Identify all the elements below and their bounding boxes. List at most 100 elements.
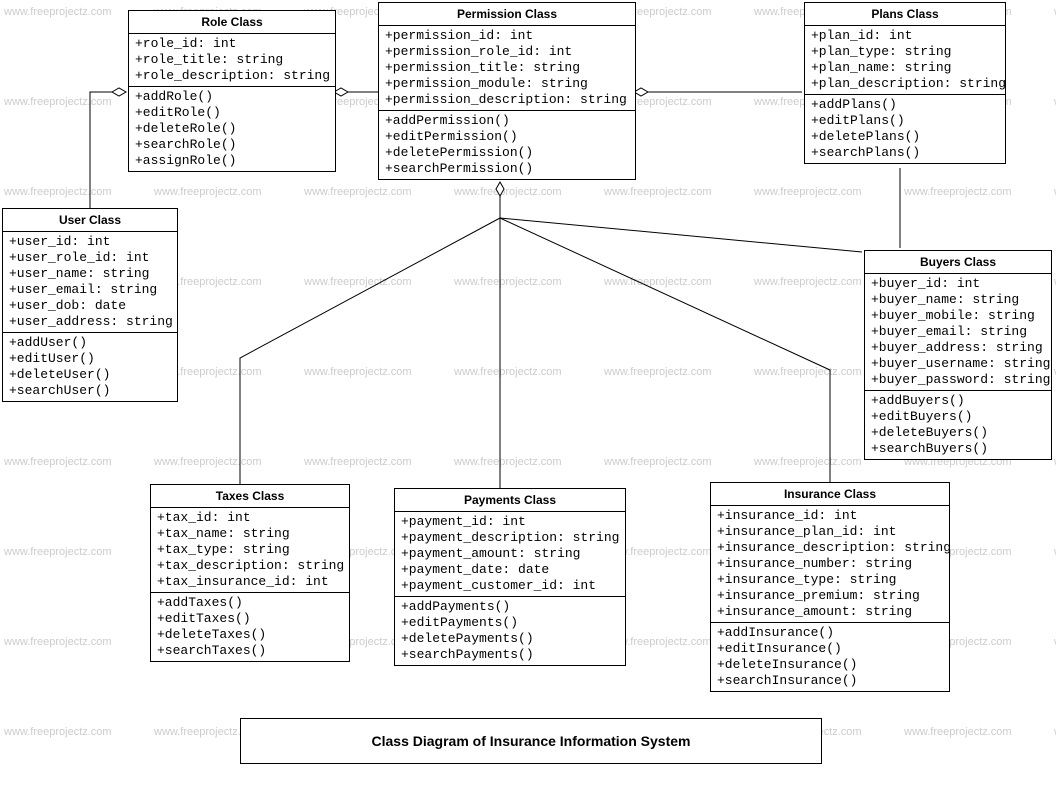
class-member: +payment_id: int <box>395 514 625 530</box>
watermark: www.freeprojectz.com <box>754 186 862 198</box>
class-member: +editPlans() <box>805 113 1005 129</box>
class-member: +payment_customer_id: int <box>395 578 625 594</box>
class-member: +deleteInsurance() <box>711 657 949 673</box>
watermark: www.freeprojectz.com <box>154 456 262 468</box>
class-member: +permission_description: string <box>379 92 635 108</box>
class-user: User Class +user_id: int+user_role_id: i… <box>2 208 178 402</box>
class-member: +deleteUser() <box>3 367 177 383</box>
watermark: www.freeprojectz.com <box>4 186 112 198</box>
class-member: +deletePermission() <box>379 145 635 161</box>
class-member: +deletePayments() <box>395 631 625 647</box>
class-member: +assignRole() <box>129 153 335 169</box>
class-member: +searchUser() <box>3 383 177 399</box>
class-member: +addRole() <box>129 89 335 105</box>
class-member: +permission_title: string <box>379 60 635 76</box>
class-member: +insurance_premium: string <box>711 588 949 604</box>
watermark: www.freeprojectz.com <box>754 456 862 468</box>
class-member: +editBuyers() <box>865 409 1051 425</box>
class-member: +tax_insurance_id: int <box>151 574 349 590</box>
watermark: www.freeprojectz.com <box>604 276 712 288</box>
class-permission: Permission Class +permission_id: int+per… <box>378 2 636 180</box>
class-member: +payment_amount: string <box>395 546 625 562</box>
class-member: +tax_id: int <box>151 510 349 526</box>
class-member: +addUser() <box>3 335 177 351</box>
watermark: www.freeprojectz.com <box>754 366 862 378</box>
class-payments: Payments Class +payment_id: int +payment_… <box>394 488 626 666</box>
class-member: +editTaxes() <box>151 611 349 627</box>
watermark: www.freeprojectz.com <box>4 6 112 18</box>
watermark: www.freeprojectz.com <box>4 96 112 108</box>
class-member: +tax_type: string <box>151 542 349 558</box>
watermark: www.freeprojectz.com <box>454 366 562 378</box>
class-member: +addPermission() <box>379 113 635 129</box>
class-member: +permission_module: string <box>379 76 635 92</box>
class-member: +user_email: string <box>3 282 177 298</box>
diagram-title: Class Diagram of Insurance Information S… <box>240 718 822 764</box>
watermark: www.freeprojectz.com <box>304 186 412 198</box>
class-title: Payments Class <box>395 489 625 512</box>
class-member: +editPayments() <box>395 615 625 631</box>
class-member: +editUser() <box>3 351 177 367</box>
class-title: Insurance Class <box>711 483 949 506</box>
watermark: www.freeprojectz.com <box>304 276 412 288</box>
class-role: Role Class +role_id: int+role_title: str… <box>128 10 336 172</box>
watermark: www.freeprojectz.com <box>454 276 562 288</box>
watermark: www.freeprojectz.com <box>904 186 1012 198</box>
watermark: www.freeprojectz.com <box>754 276 862 288</box>
class-member: +addInsurance() <box>711 625 949 641</box>
class-member: +buyer_mobile: string <box>865 308 1051 324</box>
watermark: www.freeprojectz.com <box>604 456 712 468</box>
class-member: +deleteRole() <box>129 121 335 137</box>
class-member: +tax_description: string <box>151 558 349 574</box>
watermark: www.freeprojectz.com <box>4 456 112 468</box>
class-member: +permission_id: int <box>379 28 635 44</box>
watermark: www.freeprojectz.com <box>604 186 712 198</box>
class-member: +deleteTaxes() <box>151 627 349 643</box>
class-member: +editPermission() <box>379 129 635 145</box>
watermark: www.freeprojectz.com <box>154 186 262 198</box>
class-member: +plan_description: string <box>805 76 1005 92</box>
class-member: +tax_name: string <box>151 526 349 542</box>
watermark: www.freeprojectz.com <box>604 366 712 378</box>
class-member: +insurance_description: string <box>711 540 949 556</box>
class-member: +plan_type: string <box>805 44 1005 60</box>
watermark: www.freeprojectz.com <box>4 546 112 558</box>
class-member: +addPlans() <box>805 97 1005 113</box>
class-member: +buyer_id: int <box>865 276 1051 292</box>
watermark: www.freeprojectz.com <box>304 366 412 378</box>
class-member: +addPayments() <box>395 599 625 615</box>
class-member: +searchBuyers() <box>865 441 1051 457</box>
watermark: www.freeprojectz.com <box>904 726 1012 738</box>
class-member: +permission_role_id: int <box>379 44 635 60</box>
class-member: +searchRole() <box>129 137 335 153</box>
class-member: +addBuyers() <box>865 393 1051 409</box>
class-member: +deleteBuyers() <box>865 425 1051 441</box>
class-member: +user_address: string <box>3 314 177 330</box>
class-member: +insurance_type: string <box>711 572 949 588</box>
class-member: +buyer_name: string <box>865 292 1051 308</box>
class-title: Buyers Class <box>865 251 1051 274</box>
class-member: +editRole() <box>129 105 335 121</box>
class-title: Plans Class <box>805 3 1005 26</box>
class-member: +buyer_address: string <box>865 340 1051 356</box>
class-plans: Plans Class +plan_id: int+plan_type: str… <box>804 2 1006 164</box>
class-member: +editInsurance() <box>711 641 949 657</box>
class-taxes: Taxes Class +tax_id: int+tax_name: strin… <box>150 484 350 662</box>
class-title: Taxes Class <box>151 485 349 508</box>
class-insurance: Insurance Class +insurance_id: int+insur… <box>710 482 950 692</box>
watermark: www.freeprojectz.com <box>454 186 562 198</box>
class-title: User Class <box>3 209 177 232</box>
watermark: www.freeprojectz.com <box>304 456 412 468</box>
class-member: +searchInsurance() <box>711 673 949 689</box>
class-member: +payment_date: date <box>395 562 625 578</box>
class-member: +buyer_username: string <box>865 356 1051 372</box>
class-member: +insurance_id: int <box>711 508 949 524</box>
class-member: +insurance_plan_id: int <box>711 524 949 540</box>
class-member: +insurance_number: string <box>711 556 949 572</box>
watermark: www.freeprojectz.com <box>4 636 112 648</box>
class-member: +role_description: string <box>129 68 335 84</box>
class-title: Permission Class <box>379 3 635 26</box>
class-member: +user_id: int <box>3 234 177 250</box>
class-member: +searchPermission() <box>379 161 635 177</box>
watermark: www.freeprojectz.com <box>4 726 112 738</box>
